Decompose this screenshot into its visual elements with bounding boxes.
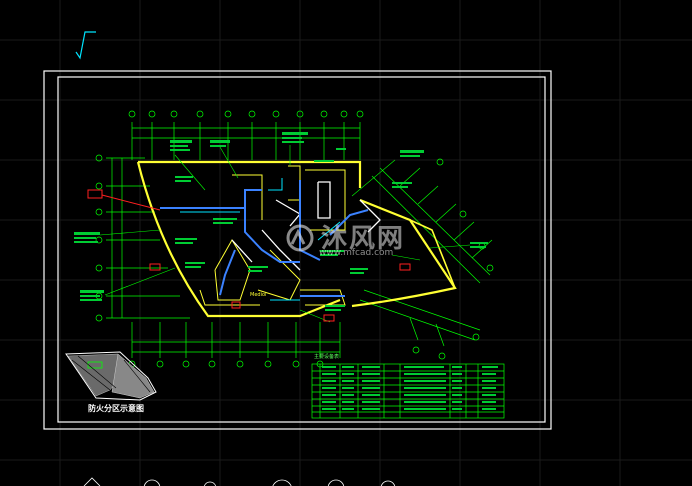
watermark: 沐风网 www.mfcad.com xyxy=(285,218,435,258)
equipment-table-cells xyxy=(322,366,498,410)
fire-zone-legend-title: 防火分区示意图 xyxy=(88,404,144,413)
ucs-icon xyxy=(75,31,96,60)
fire-zone-key-plan xyxy=(65,351,157,401)
equipment-table-title: 主要设备表 xyxy=(314,354,340,360)
bottom-axis-bubbles xyxy=(128,360,324,368)
top-axis-bubbles xyxy=(128,110,364,118)
bottom-partial-symbols xyxy=(83,477,396,486)
top-dimension-chain xyxy=(131,122,361,160)
watermark-url: www.mfcad.com xyxy=(319,248,394,258)
room-label: Mediol xyxy=(250,292,267,298)
